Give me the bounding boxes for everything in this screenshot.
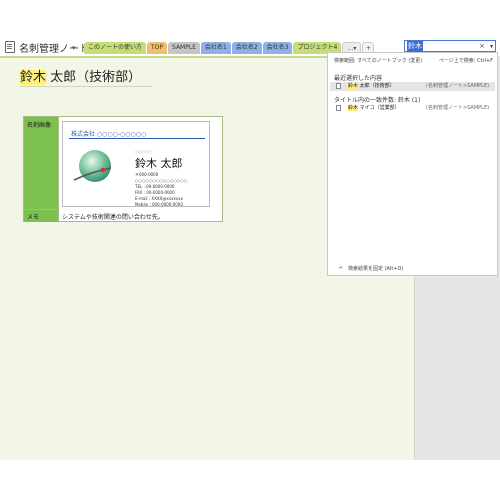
result-item[interactable]: 鈴木 太郎（技術部） (名刺管理ノート>SAMPLE)	[330, 82, 495, 91]
card-fax: FAX : 00-0000-0000	[135, 190, 175, 195]
business-card-image[interactable]: 株式会社 ○○○○-○○○○○ ○○○○○ 鈴木 太郎 〒000-0000 ○○…	[62, 121, 210, 207]
result-location: (名刺管理ノート>SAMPLE)	[426, 105, 490, 111]
search-input[interactable]: 鈴木	[407, 41, 423, 52]
search-results-pane: 検索範囲: すべてのノートブック (変更) ページ上で検索: Ctrl+F 最近…	[327, 52, 498, 276]
memo-text[interactable]: システムや技術関連の問い合わせ先。	[62, 212, 164, 221]
search-box[interactable]: 鈴木 × ▾	[404, 40, 496, 52]
search-scope-link[interactable]: 検索範囲: すべてのノートブック (変更)	[334, 57, 422, 64]
memo-label: メモ	[27, 214, 40, 221]
page-title[interactable]: 鈴木 太郎（技術部）	[20, 66, 141, 85]
title-underline	[20, 86, 152, 87]
recent-results-heading: 最近選択した内容	[334, 75, 383, 82]
card-image-label: 名刺画像	[27, 122, 52, 129]
notebook-dropdown-icon[interactable]: ▾	[72, 44, 76, 52]
tab-top[interactable]: TOP	[147, 42, 168, 54]
card-company: 株式会社 ○○○○-○○○○○	[71, 131, 147, 138]
chevron-down-icon[interactable]: ▾	[490, 41, 493, 52]
memo-label-cell: メモ	[24, 210, 59, 222]
card-mobile: Mobile : 000-0000-0000	[135, 202, 183, 207]
bottom-area	[0, 460, 500, 500]
result-title: 鈴木 マイコ（営業部）	[348, 105, 400, 111]
card-address: ○○○○○○○○○○○○○○○	[135, 178, 188, 183]
title-highlight: 鈴木	[20, 70, 47, 85]
close-icon[interactable]: ×	[479, 41, 485, 52]
tab-sample[interactable]: SAMPLE	[168, 42, 200, 54]
card-name: 鈴木 太郎	[135, 157, 183, 170]
tab-company-1[interactable]: 会社名1	[200, 42, 231, 54]
title-rest: 太郎（技術部）	[46, 70, 142, 85]
card-image-label-cell: 名刺画像	[24, 117, 59, 210]
company-logo-icon	[73, 150, 112, 182]
result-item[interactable]: 鈴木 マイコ（営業部） (名刺管理ノート>SAMPLE)	[330, 104, 495, 113]
notebook-header: 名刺管理ノート ▾ このノートの使い方 TOP SAMPLE 会社名1 会社名2…	[0, 0, 500, 58]
result-title: 鈴木 太郎（技術部）	[348, 83, 395, 89]
tab-company-3[interactable]: 会社名3	[262, 42, 293, 54]
find-on-page-hint[interactable]: ページ上で検索: Ctrl+F	[439, 57, 493, 64]
notebook-title[interactable]: 名刺管理ノート	[19, 40, 89, 55]
tab-company-2[interactable]: 会社名2	[231, 42, 262, 54]
result-location: (名刺管理ノート>SAMPLE)	[426, 83, 490, 89]
tab-how-to-use[interactable]: このノートの使い方	[84, 42, 147, 54]
card-title-small: ○○○○○	[135, 149, 153, 154]
pin-results-icon[interactable]: ⇥	[338, 265, 342, 271]
page-icon	[336, 105, 341, 111]
pin-results-button[interactable]: 検索結果を固定 (Alt+O)	[348, 265, 403, 272]
card-divider	[69, 138, 205, 139]
card-email: E-mail : XXXX@xxxxxxx	[135, 196, 183, 201]
notebook-icon[interactable]	[5, 41, 15, 53]
page-icon	[336, 83, 341, 89]
title-matches-heading: タイトル内の一致件数: 鈴木 (1)	[334, 97, 421, 104]
card-tel: TEL : 00-0000-0000	[135, 184, 175, 189]
card-table[interactable]: 名刺画像 メモ システムや技術関連の問い合わせ先。 株式会社 ○○○○-○○○○…	[23, 116, 223, 222]
